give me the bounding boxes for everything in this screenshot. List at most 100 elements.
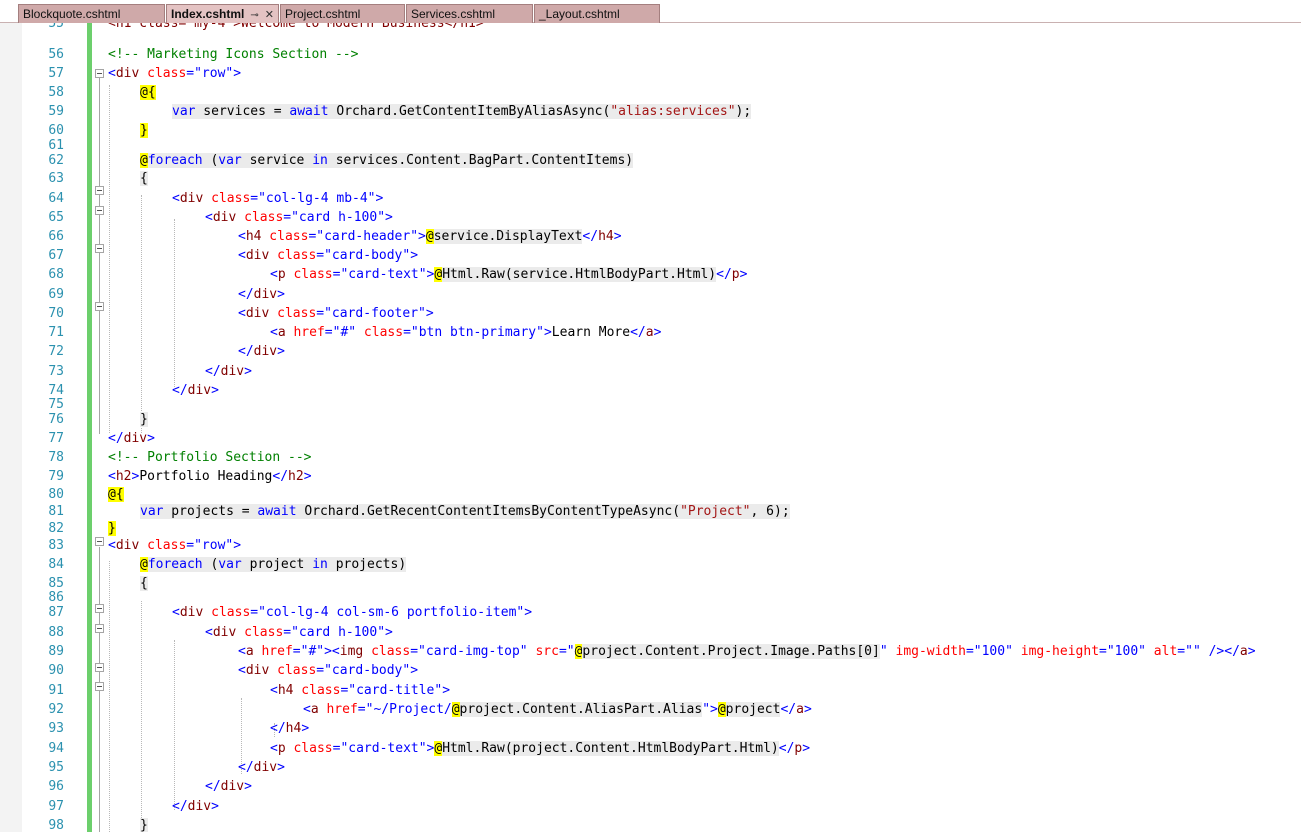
code-line-91: <h4 class="card-title"> [270, 683, 451, 698]
code-line-56: <!-- Marketing Icons Section --> [108, 47, 359, 62]
indent-guide [174, 640, 175, 810]
tab-project-cshtml[interactable]: Project.cshtml [280, 4, 405, 23]
line-number: 96 [48, 779, 64, 794]
line-number: 59 [48, 104, 64, 119]
collapse-toggle[interactable] [95, 537, 104, 546]
collapse-toggle[interactable] [95, 302, 104, 311]
change-tracking-bar [87, 23, 92, 832]
code-line-70: <div class="card-footer"> [238, 306, 434, 321]
document-tab-strip: Blockquote.cshtml Index.cshtml ⊸ ✕ Project… [0, 0, 1301, 23]
indent-guide [141, 601, 142, 832]
outline-region-line [99, 78, 100, 434]
code-line-74: </div> [172, 383, 219, 398]
code-line-65: <div class="card h-100"> [205, 210, 393, 225]
code-line-89: <a href="#"><img class="card-img-top" sr… [238, 644, 1256, 659]
collapse-toggle[interactable] [95, 604, 104, 613]
line-number: 70 [48, 306, 64, 321]
line-number: 63 [48, 171, 64, 186]
indent-guide [141, 195, 142, 433]
line-number: 68 [48, 267, 64, 282]
tab-blockquote-cshtml[interactable]: Blockquote.cshtml [18, 4, 165, 23]
indent-guide [174, 219, 175, 387]
collapse-toggle[interactable] [95, 206, 104, 215]
line-number-gutter: 55 56 57 58 59 60 61 62 63 64 65 66 67 68 69 70 71 72 73 74… [22, 23, 64, 832]
line-number: 97 [48, 799, 64, 814]
code-line-79: <h2>Portfolio Heading</h2> [108, 469, 312, 484]
code-line-63: { [140, 171, 148, 186]
tab-label: Services.cshtml [411, 7, 496, 21]
code-line-84: @foreach (var project in projects) [140, 557, 407, 572]
code-line-60: } [140, 123, 148, 138]
tab-services-cshtml[interactable]: Services.cshtml [406, 4, 533, 23]
tab-label: Blockquote.cshtml [23, 7, 121, 21]
tab-label: Index.cshtml [171, 7, 245, 21]
code-line-87: <div class="col-lg-4 col-sm-6 portfolio-… [172, 605, 533, 620]
collapse-toggle[interactable] [95, 624, 104, 633]
line-number: 91 [48, 683, 64, 698]
code-line-98: } [140, 818, 148, 832]
code-line-57: <div class="row"> [108, 66, 242, 81]
line-number: 58 [48, 85, 64, 100]
collapse-toggle[interactable] [95, 682, 104, 691]
selection-margin [0, 23, 22, 832]
tab-layout-cshtml[interactable]: _Layout.cshtml [534, 4, 660, 23]
pin-icon[interactable]: ⊸ [250, 10, 258, 21]
code-line-81: var projects = await Orchard.GetRecentCo… [140, 504, 790, 519]
line-number: 72 [48, 344, 64, 359]
code-line-88: <div class="card h-100"> [205, 625, 393, 640]
line-number: 67 [48, 248, 64, 263]
code-line-72: </div> [238, 344, 285, 359]
code-line-69: </div> [238, 287, 285, 302]
code-line-76: } [140, 412, 148, 427]
code-line-77: </div> [108, 431, 155, 446]
line-number: 77 [48, 431, 64, 446]
code-line-59: var services = await Orchard.GetContentI… [172, 104, 752, 119]
tab-label: Project.cshtml [285, 7, 361, 21]
line-number: 71 [48, 325, 64, 340]
indent-guide [109, 561, 110, 832]
line-number: 55 [48, 23, 64, 31]
code-line-66: <h4 class="card-header">@service.Display… [238, 229, 622, 244]
tab-index-cshtml[interactable]: Index.cshtml ⊸ ✕ [166, 4, 279, 23]
line-number: 76 [48, 412, 64, 427]
code-line-94: <p class="card-text">@Html.Raw(project.C… [270, 741, 811, 756]
line-number: 57 [48, 66, 64, 81]
code-line-90: <div class="card-body"> [238, 663, 419, 678]
line-number: 83 [48, 538, 64, 553]
line-number: 94 [48, 741, 64, 756]
code-line-78: <!-- Portfolio Section --> [108, 450, 312, 465]
collapse-toggle[interactable] [95, 186, 104, 195]
code-line-97: </div> [172, 799, 219, 814]
line-number: 90 [48, 663, 64, 678]
code-line-62: @foreach (var service in services.Conten… [140, 153, 634, 168]
code-line-96: </div> [205, 779, 252, 794]
code-line-64: <div class="col-lg-4 mb-4"> [172, 191, 384, 206]
line-number: 62 [48, 153, 64, 168]
line-number: 73 [48, 364, 64, 379]
close-icon[interactable]: ✕ [265, 9, 274, 21]
line-number: 69 [48, 287, 64, 302]
line-number: 95 [48, 760, 64, 775]
line-number: 64 [48, 191, 64, 206]
collapse-toggle[interactable] [95, 69, 104, 78]
code-line-55: <h1 class="my-4">Welcome to Modern Busin… [108, 23, 484, 31]
code-line-83: <div class="row"> [108, 538, 242, 553]
code-line-67: <div class="card-body"> [238, 248, 419, 263]
code-line-85: { [140, 576, 148, 591]
collapse-toggle[interactable] [95, 663, 104, 672]
code-line-93: </h4> [270, 721, 310, 736]
code-line-92: <a href="~/Project/@project.Content.Alia… [303, 702, 812, 717]
line-number: 78 [48, 450, 64, 465]
line-number: 98 [48, 818, 64, 832]
line-number: 65 [48, 210, 64, 225]
line-number: 56 [48, 47, 64, 62]
line-number: 66 [48, 229, 64, 244]
code-line-95: </div> [238, 760, 285, 775]
code-line-58: @{ [140, 85, 156, 100]
collapse-toggle[interactable] [95, 244, 104, 253]
line-number: 88 [48, 625, 64, 640]
line-number: 87 [48, 605, 64, 620]
line-number: 92 [48, 702, 64, 717]
tab-label: _Layout.cshtml [539, 7, 620, 21]
code-editor[interactable]: 55 56 57 58 59 60 61 62 63 64 65 66 67 68 69 70 71 72 73 74… [0, 23, 1301, 832]
